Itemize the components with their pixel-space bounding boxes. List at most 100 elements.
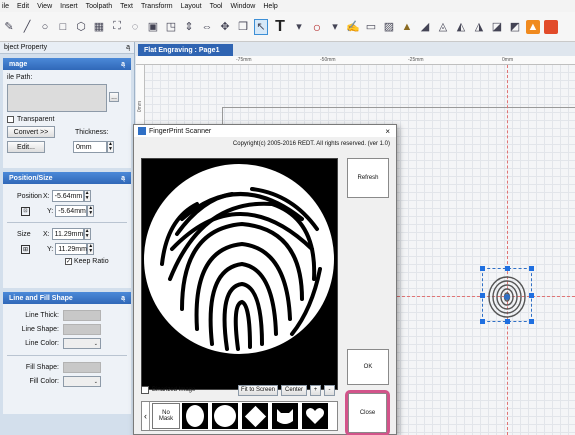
line-fill-section-header[interactable]: Line and Fill Shape ą bbox=[3, 292, 131, 304]
stop-icon[interactable] bbox=[544, 19, 558, 34]
fill-color-select[interactable]: ⌄ bbox=[63, 376, 101, 387]
resize-handle[interactable] bbox=[480, 293, 485, 298]
distribute-icon[interactable]: ⇔ bbox=[200, 19, 214, 35]
resize-handle[interactable] bbox=[529, 266, 534, 271]
polygon-tool-icon[interactable]: ⬡ bbox=[74, 19, 88, 35]
collapse-icon[interactable]: ą bbox=[121, 175, 125, 182]
group-icon[interactable]: ❒ bbox=[236, 19, 250, 35]
collapse-icon[interactable]: ą bbox=[121, 61, 125, 68]
size-y-input[interactable]: 11.29mm bbox=[55, 243, 88, 255]
material-icon[interactable]: ▲ bbox=[400, 19, 414, 35]
line-color-select[interactable]: ⌄ bbox=[63, 338, 101, 349]
position-x-stepper[interactable]: ▲ ▼ bbox=[83, 190, 91, 202]
fire-icon[interactable]: ▲ bbox=[526, 19, 540, 34]
image-section-header[interactable]: mage ą bbox=[3, 58, 131, 70]
resize-handle[interactable] bbox=[505, 266, 510, 271]
align-icon[interactable]: ⇕ bbox=[182, 19, 196, 35]
cut-icon[interactable]: ◪ bbox=[490, 19, 504, 35]
ok-button[interactable]: OK bbox=[347, 349, 389, 385]
text-box-icon[interactable]: ▭ bbox=[364, 19, 378, 35]
circle-shape-icon[interactable]: ○ bbox=[310, 19, 324, 35]
select-arrow-icon[interactable]: ↖ bbox=[254, 18, 268, 35]
mask-circle-small[interactable] bbox=[182, 403, 208, 429]
circle-tool-icon[interactable]: ○ bbox=[38, 19, 52, 35]
center-button[interactable]: Center bbox=[281, 384, 307, 396]
size-grid-icon[interactable]: ⊞ bbox=[21, 244, 30, 254]
dialog-title-bar[interactable]: FingerPrint Scanner bbox=[134, 125, 396, 137]
line-tool-icon[interactable]: ╱ bbox=[20, 19, 34, 35]
dropdown-arrow-icon[interactable]: ▾ bbox=[328, 19, 342, 35]
thickness-stepper[interactable]: ▲ ▼ bbox=[107, 141, 114, 153]
pin-icon[interactable]: ą bbox=[126, 44, 130, 51]
resize-handle[interactable] bbox=[529, 319, 534, 324]
position-size-section-header[interactable]: Position/Size ą bbox=[3, 172, 131, 184]
position-y-input[interactable]: -5.64mm bbox=[55, 205, 88, 217]
collapse-icon[interactable]: ą bbox=[121, 295, 125, 302]
menu-transform[interactable]: Transform bbox=[141, 3, 173, 10]
file-path-field[interactable] bbox=[7, 84, 107, 112]
no-mask-option[interactable]: No Mask bbox=[152, 403, 180, 429]
dropdown-arrow-icon[interactable]: ▾ bbox=[292, 19, 306, 35]
menu-tool[interactable]: Tool bbox=[210, 3, 223, 10]
refresh-button[interactable]: Refresh bbox=[347, 158, 389, 198]
output-icon[interactable]: ◭ bbox=[454, 19, 468, 35]
selected-fingerprint-object[interactable] bbox=[480, 266, 534, 324]
rectangle-tool-icon[interactable]: □ bbox=[56, 19, 70, 35]
size-x-stepper[interactable]: ▲ ▼ bbox=[83, 228, 91, 240]
anchor-icon[interactable]: ⊡ bbox=[21, 206, 30, 216]
shape-icon[interactable]: ◌ bbox=[128, 19, 142, 35]
size-y-stepper[interactable]: ▲ ▼ bbox=[87, 243, 95, 255]
mask-diamond[interactable] bbox=[242, 403, 268, 429]
scroll-left-icon[interactable]: ‹ bbox=[142, 402, 150, 430]
mask-heart[interactable] bbox=[302, 403, 328, 429]
menu-layout[interactable]: Layout bbox=[181, 3, 202, 10]
engrave-icon[interactable]: ✍ bbox=[346, 19, 360, 35]
resize-handle[interactable] bbox=[480, 266, 485, 271]
menu-view[interactable]: View bbox=[37, 3, 52, 10]
frame-icon[interactable]: ▨ bbox=[382, 19, 396, 35]
pencil-icon[interactable]: ✎ bbox=[2, 19, 16, 35]
transparent-checkbox[interactable] bbox=[7, 116, 14, 123]
image-icon[interactable]: ▣ bbox=[146, 19, 160, 35]
resize-handle[interactable] bbox=[480, 319, 485, 324]
binarized-label: Binarized Image bbox=[152, 387, 196, 393]
edit-button[interactable]: Edit... bbox=[7, 141, 45, 153]
transform-icon[interactable]: ⛶ bbox=[110, 19, 124, 35]
menu-help[interactable]: Help bbox=[263, 3, 277, 10]
menu-toolpath[interactable]: Toolpath bbox=[86, 3, 112, 10]
mask-cat[interactable] bbox=[272, 403, 298, 429]
move-icon[interactable]: ✥ bbox=[218, 19, 232, 35]
menu-text[interactable]: Text bbox=[120, 3, 133, 10]
fit-to-screen-button[interactable]: Fit to Screen bbox=[238, 384, 278, 396]
mask-circle[interactable] bbox=[212, 403, 238, 429]
line-thick-select[interactable] bbox=[63, 310, 101, 321]
keep-ratio-checkbox[interactable]: ✓ bbox=[65, 258, 72, 265]
tab-flat-engraving[interactable]: Flat Engraving : Page1 bbox=[138, 44, 233, 56]
menu-edit[interactable]: Edit bbox=[17, 3, 29, 10]
zoom-out-button[interactable]: - bbox=[324, 384, 335, 396]
position-x-input[interactable]: -5.64mm bbox=[51, 190, 84, 202]
convert-button[interactable]: Convert >> bbox=[7, 126, 55, 138]
run-icon[interactable]: ◩ bbox=[508, 19, 522, 35]
position-y-stepper[interactable]: ▲ ▼ bbox=[87, 205, 95, 217]
menu-window[interactable]: Window bbox=[230, 3, 255, 10]
resize-handle[interactable] bbox=[505, 319, 510, 324]
thickness-input[interactable]: 0mm bbox=[73, 141, 107, 153]
line-shape-select[interactable] bbox=[63, 324, 101, 335]
preview-icon[interactable]: ◬ bbox=[436, 19, 450, 35]
browse-button[interactable]: ... bbox=[109, 92, 119, 102]
zoom-in-button[interactable]: + bbox=[310, 384, 321, 396]
node-icon[interactable]: ◳ bbox=[164, 19, 178, 35]
menu-insert[interactable]: Insert bbox=[60, 3, 78, 10]
export-icon[interactable]: ◮ bbox=[472, 19, 486, 35]
close-icon[interactable]: × bbox=[385, 127, 390, 136]
menu-file[interactable]: ile bbox=[2, 3, 9, 10]
line-fill-section: Line Thick: Line Shape: Line Color: ⌄ Fi… bbox=[3, 304, 131, 414]
size-x-input[interactable]: 11.29mm bbox=[51, 228, 84, 240]
resize-handle[interactable] bbox=[529, 293, 534, 298]
grid-icon[interactable]: ▦ bbox=[92, 19, 106, 35]
binarized-checkbox[interactable] bbox=[141, 386, 149, 394]
measure-icon[interactable]: ◢ bbox=[418, 19, 432, 35]
text-tool-icon[interactable]: T bbox=[272, 18, 288, 35]
fill-shape-select[interactable] bbox=[63, 362, 101, 373]
